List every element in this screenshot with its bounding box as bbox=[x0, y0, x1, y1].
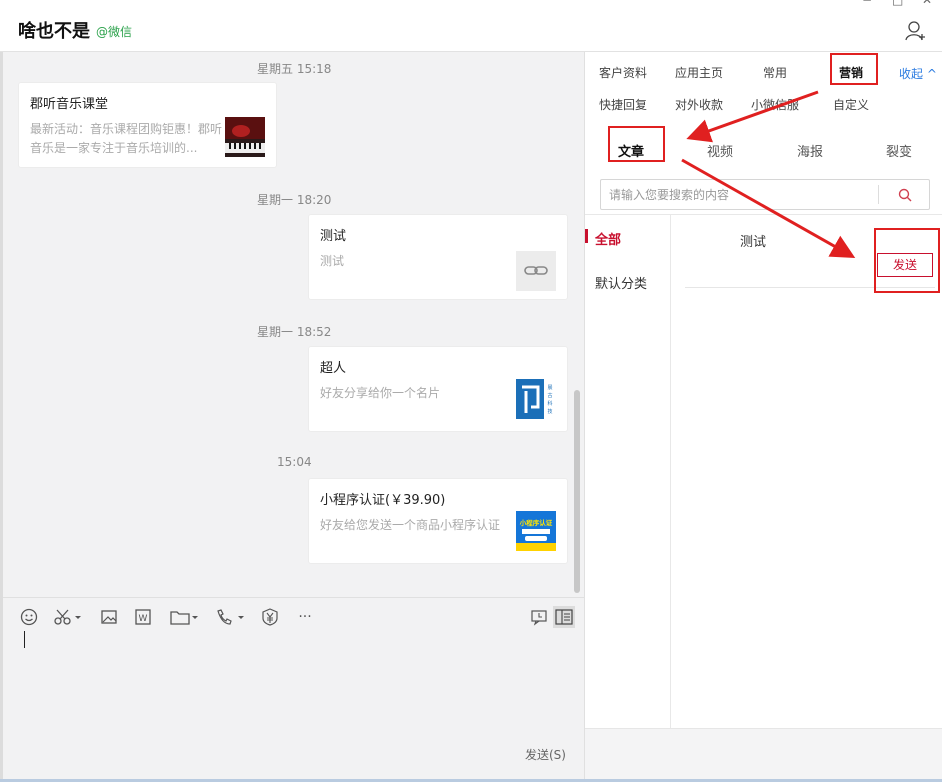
tab-customer-info[interactable]: 客户资料 bbox=[599, 64, 647, 81]
svg-text:技: 技 bbox=[547, 408, 552, 415]
payment-icon[interactable] bbox=[261, 608, 279, 626]
search-box bbox=[600, 179, 930, 210]
tab-common[interactable]: 常用 bbox=[763, 64, 787, 81]
message-card-link[interactable]: 郡听音乐课堂 最新活动：音乐课程团购钜惠！郡听音乐是一家专注于音乐培训的... bbox=[18, 82, 277, 168]
search-input[interactable] bbox=[609, 186, 869, 204]
chat-message-area: 星期五 15:18 郡听音乐课堂 最新活动：音乐课程团购钜惠！郡听音乐是一家专注… bbox=[3, 52, 584, 597]
image-icon[interactable] bbox=[100, 608, 118, 626]
annotation-box-articles bbox=[608, 126, 665, 162]
message-time: 15:04 bbox=[277, 455, 312, 469]
message-title: 郡听音乐课堂 bbox=[30, 97, 109, 112]
miniprogram-thumbnail-icon: 小程序认证 bbox=[516, 511, 556, 551]
link-icon bbox=[516, 251, 556, 291]
svg-text:科: 科 bbox=[547, 400, 552, 407]
chat-scrollbar[interactable] bbox=[574, 390, 580, 593]
svg-text:晨: 晨 bbox=[547, 385, 552, 391]
category-list: 全部 默认分类 bbox=[585, 215, 671, 728]
tab-app-home[interactable]: 应用主页 bbox=[675, 64, 723, 81]
message-desc: 好友给您发送一个商品小程序认证 bbox=[320, 518, 501, 532]
close-icon[interactable]: ✕ bbox=[922, 0, 934, 6]
message-desc: 测试 bbox=[320, 254, 345, 268]
collapse-button[interactable]: 收起 ^ bbox=[899, 65, 937, 82]
text-caret bbox=[24, 631, 25, 648]
add-user-icon[interactable] bbox=[905, 20, 927, 42]
chat-record-icon[interactable] bbox=[530, 608, 548, 626]
wechat-source-label: @微信 bbox=[96, 25, 133, 39]
input-toolbar: W ··· 发送(S) bbox=[3, 597, 584, 782]
message-card-link[interactable]: 测试 测试 bbox=[308, 214, 568, 300]
company-logo-icon: 晨 古 科 技 bbox=[516, 379, 556, 419]
word-doc-icon[interactable]: W bbox=[134, 608, 152, 626]
maximize-icon[interactable]: □ bbox=[892, 0, 904, 6]
phone-icon[interactable] bbox=[215, 608, 245, 626]
emoji-icon[interactable] bbox=[20, 608, 38, 626]
category-default[interactable]: 默认分类 bbox=[595, 273, 647, 292]
article-title: 测试 bbox=[740, 235, 767, 250]
message-desc: 最新活动：音乐课程团购钜惠！郡听音乐是一家专注于音乐培训的... bbox=[30, 122, 223, 155]
sidebar-panel-toggle-icon[interactable] bbox=[553, 606, 575, 628]
category-all[interactable]: 全部 bbox=[595, 229, 621, 248]
subtab-videos[interactable]: 视频 bbox=[707, 141, 733, 160]
annotation-box-marketing bbox=[830, 53, 878, 85]
svg-text:古: 古 bbox=[547, 392, 552, 399]
search-icon[interactable] bbox=[898, 188, 912, 202]
chat-title: 啥也不是 bbox=[18, 21, 90, 42]
message-title: 测试 bbox=[320, 229, 347, 244]
annotation-box-send bbox=[874, 228, 940, 293]
message-card-contact[interactable]: 超人 好友分享给你一个名片 晨 古 科 技 bbox=[308, 346, 568, 432]
message-title: 小程序认证(￥39.90) bbox=[320, 493, 446, 508]
minimize-icon[interactable]: − bbox=[862, 0, 874, 6]
screenshot-icon[interactable] bbox=[54, 608, 82, 626]
subtab-posters[interactable]: 海报 bbox=[797, 141, 823, 160]
message-desc: 好友分享给你一个名片 bbox=[320, 386, 441, 400]
search-separator bbox=[878, 185, 879, 204]
panel-footer bbox=[585, 728, 942, 782]
svg-text:小程序认证: 小程序认证 bbox=[519, 518, 553, 527]
message-time: 星期五 15:18 bbox=[257, 62, 332, 76]
tab-mini-service[interactable]: 小微信服 bbox=[751, 96, 799, 113]
message-time: 星期一 18:52 bbox=[257, 325, 332, 339]
message-title: 超人 bbox=[320, 361, 347, 376]
folder-icon[interactable] bbox=[169, 608, 199, 626]
send-button[interactable]: 发送(S) bbox=[525, 746, 566, 763]
piano-thumbnail-icon bbox=[225, 117, 265, 157]
header: 啥也不是 @微信 − □ ✕ bbox=[0, 0, 942, 52]
tab-quick-reply[interactable]: 快捷回复 bbox=[599, 96, 647, 113]
app-window: 啥也不是 @微信 − □ ✕ 星期五 15:18 郡听音乐课堂 最新活动：音乐课… bbox=[0, 0, 942, 782]
subtab-fission[interactable]: 裂变 bbox=[886, 141, 912, 160]
active-category-marker bbox=[585, 229, 588, 243]
message-time: 星期一 18:20 bbox=[257, 193, 332, 207]
message-card-miniprogram[interactable]: 小程序认证(￥39.90) 好友给您发送一个商品小程序认证 小程序认证 bbox=[308, 478, 568, 564]
svg-text:W: W bbox=[139, 614, 148, 624]
more-icon[interactable]: ··· bbox=[295, 608, 315, 626]
tab-custom[interactable]: 自定义 bbox=[833, 96, 869, 113]
tab-external-payment[interactable]: 对外收款 bbox=[675, 96, 723, 113]
